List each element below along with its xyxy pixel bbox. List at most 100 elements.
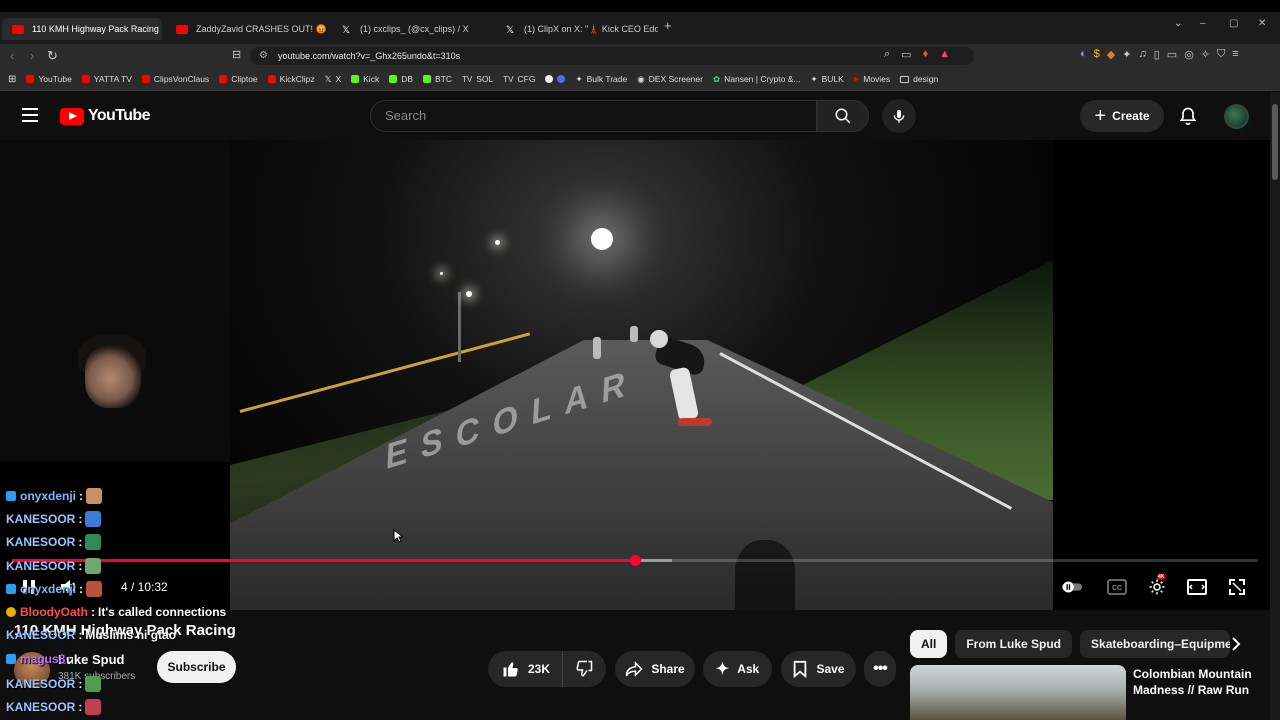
bookmark-sol[interactable]: TV SOL — [462, 74, 493, 84]
subtitles-button[interactable]: CC — [1106, 577, 1128, 597]
leo-ai-icon[interactable]: ✧ — [1201, 48, 1210, 61]
chips-next-button[interactable] — [1222, 630, 1250, 658]
chat-text: Muslims ni gtao — [85, 628, 177, 642]
chat-text: It's called connections — [98, 605, 227, 619]
bookmark-btc[interactable]: BTC — [423, 74, 452, 84]
settings-button[interactable]: 4K — [1146, 574, 1168, 597]
menu-icon[interactable]: ≡ — [1232, 48, 1238, 61]
tab-label: 110 KMH Highway Pack Racing — [32, 24, 159, 34]
bookmark-x[interactable]: 𝕏X — [325, 74, 342, 85]
recommended-video-title[interactable]: Colombian Mountain Madness // Raw Run — [1133, 666, 1263, 698]
bookmark-bulk[interactable]: ✦ BULK — [811, 74, 844, 85]
maximize-icon[interactable]: ▢ — [1229, 18, 1238, 29]
url-field[interactable]: ⚙ youtube.com/watch?v=_Ghx265undo&t=310s — [250, 47, 974, 65]
tab-cxclips[interactable]: 𝕏 (1) cxclips_ (@cx_clips) / X — [332, 18, 494, 40]
bookmark-label: DB — [401, 74, 414, 84]
recommended-video-thumbnail[interactable] — [910, 665, 1126, 720]
tab-youtube-video[interactable]: 110 KMH Highway Pack Racing ✕ — [2, 18, 162, 40]
bookmark-yatta-tv[interactable]: YATTA TV — [81, 74, 132, 84]
tab-search-icon[interactable]: ⌄ — [1174, 18, 1182, 29]
autoplay-toggle[interactable] — [1061, 577, 1083, 597]
back-icon[interactable]: ‹ — [10, 48, 14, 63]
bookmark-youtube[interactable]: YouTube — [26, 74, 72, 84]
bookmarks-bar: ⊞ YouTube YATTA TV ClipsVonClaus Cliptoe… — [0, 68, 1280, 91]
bookmark-db[interactable]: DB — [389, 74, 413, 84]
chat-message: onyxdenji : — [6, 581, 103, 597]
video-player[interactable]: ESCOLAR — [0, 140, 1270, 610]
youtube-logo[interactable]: YouTube — [60, 107, 150, 125]
brave-vpn-icon[interactable]: ◎ — [1184, 48, 1194, 61]
extensions-puzzle-icon[interactable]: ✦ — [1122, 48, 1131, 61]
extension-fox-icon[interactable]: ◆ — [1107, 48, 1115, 61]
close-window-icon[interactable]: ✕ — [1258, 18, 1266, 29]
youtube-icon — [141, 75, 150, 83]
subscribe-button[interactable]: Subscribe — [157, 651, 236, 683]
bookmark-nansen[interactable]: ✿ Nansen | Crypto &... — [713, 74, 801, 85]
youtube-icon — [219, 75, 228, 83]
bookmark-kick[interactable]: Kick — [351, 74, 379, 84]
brave-rewards-icon[interactable]: ▲ — [939, 48, 950, 61]
new-tab-icon[interactable]: + — [664, 18, 672, 33]
tab-zaddyzavid[interactable]: ZaddyZavid CRASHES OUT! 😡 • Mi — [166, 18, 328, 40]
cast-icon[interactable]: ▭ — [901, 48, 911, 61]
youtube-icon — [267, 75, 276, 83]
more-actions-button[interactable]: ••• — [864, 651, 896, 687]
chip-skateboarding-equipment[interactable]: Skateboarding–Equipment — [1080, 630, 1231, 658]
progress-scrubber[interactable] — [630, 555, 641, 566]
bookmark-icon[interactable]: ⊟ — [232, 48, 241, 61]
bookmark-cfg[interactable]: TV CFG — [503, 74, 535, 84]
apps-grid-icon[interactable]: ⊞ — [8, 74, 16, 85]
quality-badge: 4K — [1157, 574, 1166, 580]
chip-from-luke-spud[interactable]: From Luke Spud — [955, 630, 1073, 658]
bookmark-clipsvonclaus[interactable]: ClipsVonClaus — [141, 74, 209, 84]
chat-badge-icon — [6, 491, 16, 501]
shield-icon[interactable]: ⛉ — [1217, 48, 1225, 61]
media-icon[interactable]: ♫ — [1138, 48, 1146, 61]
chat-username: KANESOOR — [6, 535, 76, 549]
reload-icon[interactable]: ↻ — [47, 48, 58, 64]
address-actions: ⌕ ▭ ♦ ▲ — [884, 48, 950, 61]
bookmark-bulk-trade[interactable]: ✦ Bulk Trade — [575, 74, 627, 85]
notifications-button[interactable] — [1178, 105, 1198, 132]
forward-icon[interactable]: › — [30, 48, 34, 63]
bookmark-label: YATTA TV — [93, 74, 132, 84]
tab-clipx[interactable]: 𝕏 (1) ClipX on X: "🗼 Kick CEO Eddie a — [496, 18, 658, 40]
create-button[interactable]: + Create — [1080, 100, 1164, 132]
chat-message: KANESOOR : — [6, 511, 102, 527]
chip-all[interactable]: All — [910, 630, 948, 658]
search-input[interactable]: Search — [370, 100, 817, 132]
wallet-icon[interactable]: ▭ — [1167, 48, 1177, 61]
brave-shield-icon[interactable]: ♦ — [923, 48, 929, 61]
site-info-icon[interactable]: ⚙ — [259, 50, 268, 61]
zoom-icon[interactable]: ⌕ — [884, 48, 890, 61]
chevron-right-icon — [1232, 637, 1241, 651]
ask-button[interactable]: ✦ Ask — [703, 651, 772, 687]
scrollbar-thumb[interactable] — [1272, 104, 1278, 180]
like-button[interactable]: 23K — [488, 651, 564, 687]
bookmark-dex-screener[interactable]: ◉ DEX Screener — [637, 74, 703, 85]
related-filter-chips: All From Luke Spud Skateboarding–Equipme… — [910, 630, 1231, 658]
bookmark-movies[interactable]: ▶ Movies — [854, 74, 890, 84]
bookmark-globe[interactable] — [545, 75, 566, 83]
share-button[interactable]: Share — [615, 651, 695, 687]
extension-wallet-icon[interactable]: ◐ — [1080, 48, 1087, 61]
dislike-button[interactable] — [563, 651, 605, 687]
street-lamp — [466, 291, 472, 297]
progress-bar[interactable] — [12, 555, 1258, 566]
bookmark-label: Kick — [363, 74, 380, 84]
nansen-icon: ✿ — [712, 73, 721, 84]
search-button[interactable] — [817, 100, 869, 132]
bookmark-kickclipz[interactable]: KickClipz — [267, 74, 315, 84]
fullscreen-button[interactable] — [1226, 577, 1248, 597]
minimize-icon[interactable]: – — [1200, 18, 1206, 29]
theater-mode-button[interactable] — [1186, 577, 1208, 597]
page-scrollbar[interactable] — [1270, 92, 1280, 720]
guide-menu-icon[interactable] — [22, 108, 38, 126]
bookmark-cliptoe[interactable]: Cliptoe — [219, 74, 258, 84]
bookmark-design[interactable]: design — [900, 74, 938, 84]
voice-search-button[interactable] — [882, 99, 916, 133]
sidebar-toggle-icon[interactable]: ▯ — [1154, 48, 1160, 61]
extension-dollar-icon[interactable]: $ — [1094, 48, 1100, 61]
account-avatar[interactable] — [1224, 104, 1249, 129]
save-button[interactable]: Save — [781, 651, 856, 687]
